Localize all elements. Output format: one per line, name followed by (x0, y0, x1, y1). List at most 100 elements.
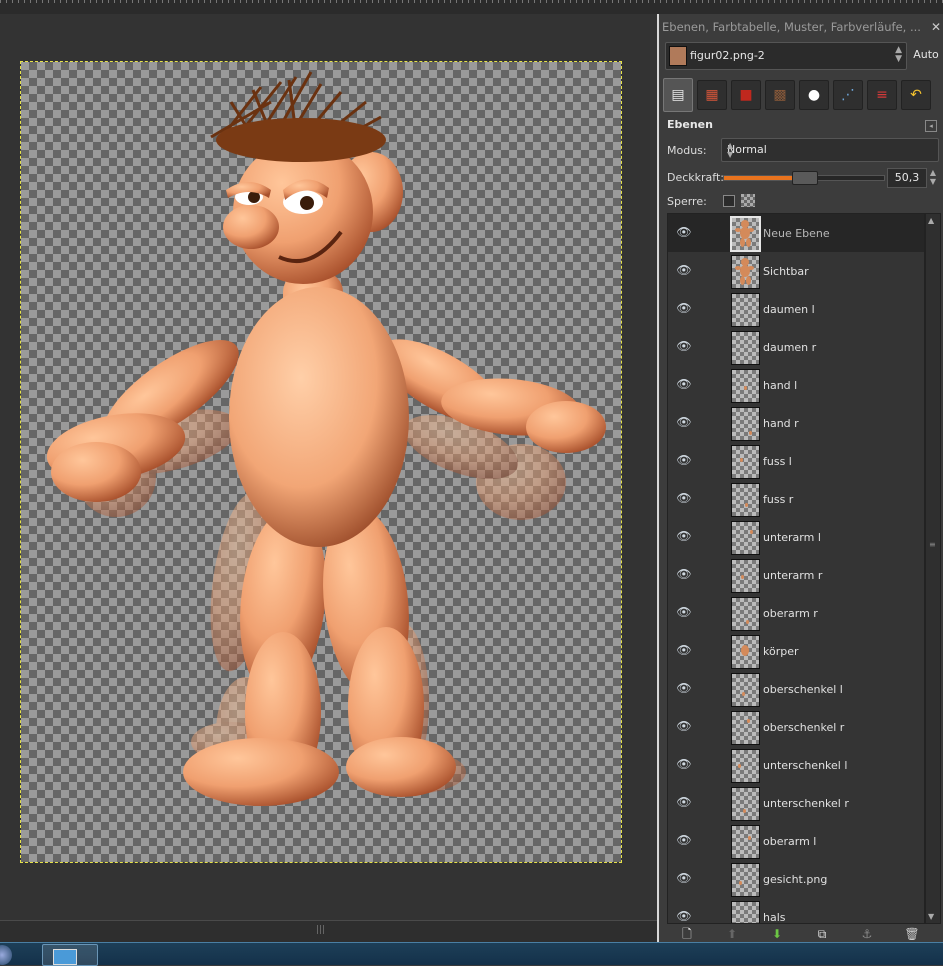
layer-thumbnail (731, 293, 760, 327)
layer-list[interactable]: 👁 Neue Ebene 👁 Sichtbar 👁 daumen l 👁 daumen r 👁 h… (667, 213, 925, 924)
layer-name: körper (763, 645, 799, 658)
layer-thumbnail (731, 331, 760, 365)
visibility-eye-icon[interactable]: 👁 (676, 872, 692, 884)
layer-name: oberschenkel l (763, 683, 843, 696)
visibility-eye-icon[interactable]: 👁 (676, 378, 692, 390)
layer-thumbnail (731, 483, 760, 517)
layer-row[interactable]: 👁 Neue Ebene (668, 214, 924, 252)
scroll-up-icon[interactable]: ▲ (928, 216, 934, 225)
visibility-eye-icon[interactable]: 👁 (676, 568, 692, 580)
delete-layer-icon[interactable]: 🗑 (904, 926, 920, 942)
paths-tab-button[interactable]: ⋰ (833, 80, 863, 110)
top-ruler[interactable] (0, 0, 943, 15)
layer-row[interactable]: 👁 unterschenkel r (668, 784, 924, 822)
layer-thumbnail (731, 597, 760, 631)
layer-row[interactable]: 👁 hand l (668, 366, 924, 404)
layer-thumbnail (731, 407, 760, 441)
start-button-icon[interactable] (0, 945, 12, 965)
cartoon-figure-image (46, 71, 606, 806)
layers-tab-button[interactable]: ▤ (663, 78, 693, 112)
visibility-eye-icon[interactable]: 👁 (676, 226, 692, 238)
layer-row[interactable]: 👁 unterarm r (668, 556, 924, 594)
layer-row[interactable]: 👁 fuss l (668, 442, 924, 480)
channels-tab-button[interactable]: ≡ (867, 80, 897, 110)
taskbar-app-button[interactable] (42, 944, 98, 966)
patterns-tab-icon: ▩ (773, 87, 787, 103)
opacity-value-field[interactable]: 50,3 (887, 168, 927, 188)
layer-name: gesicht.png (763, 873, 828, 886)
layer-thumbnail (731, 901, 760, 923)
visibility-eye-icon[interactable]: 👁 (676, 264, 692, 276)
layer-name: hand r (763, 417, 799, 430)
visibility-eye-icon[interactable]: 👁 (676, 302, 692, 314)
opacity-slider[interactable] (723, 171, 885, 185)
gradients-tab-icon: ● (807, 87, 821, 103)
visibility-eye-icon[interactable]: 👁 (676, 340, 692, 352)
visibility-eye-icon[interactable]: 👁 (676, 454, 692, 466)
mode-select[interactable]: Normal ▲ ▼ (721, 138, 939, 162)
layer-list-scrollbar[interactable]: ▲ ≡ ▼ (925, 213, 941, 924)
raise-layer-icon[interactable]: ⬆ (724, 926, 740, 942)
layer-name: oberarm l (763, 835, 817, 848)
close-icon[interactable]: ✕ (931, 14, 941, 40)
lock-alpha-icon[interactable] (741, 194, 755, 207)
image-canvas[interactable] (20, 61, 622, 863)
patterns-tab-button[interactable]: ▩ (765, 80, 795, 110)
visibility-eye-icon[interactable]: 👁 (676, 416, 692, 428)
layer-row[interactable]: 👁 oberarm r (668, 594, 924, 632)
visibility-eye-icon[interactable]: 👁 (676, 644, 692, 656)
opacity-slider-handle[interactable] (792, 171, 819, 185)
layer-row[interactable]: 👁 körper (668, 632, 924, 670)
layer-name: hand l (763, 379, 798, 392)
layer-row[interactable]: 👁 oberschenkel l (668, 670, 924, 708)
panel-menu-icon[interactable]: ◂ (925, 120, 937, 132)
visibility-eye-icon[interactable]: 👁 (676, 720, 692, 732)
paths-tab-icon: ⋰ (841, 87, 855, 103)
new-layer-icon[interactable]: 🗋 (679, 926, 695, 942)
layer-thumbnail (731, 863, 760, 897)
layer-row[interactable]: 👁 Sichtbar (668, 252, 924, 290)
layer-thumbnail (731, 635, 760, 669)
visibility-eye-icon[interactable]: 👁 (676, 834, 692, 846)
visibility-eye-icon[interactable]: 👁 (676, 492, 692, 504)
anchor-layer-icon[interactable]: ⚓ (859, 926, 875, 942)
layer-row[interactable]: 👁 daumen l (668, 290, 924, 328)
dock-tabs: ▤ ▦ ■ ▩ ● ⋰ ≡ ↶ (663, 78, 943, 112)
visibility-eye-icon[interactable]: 👁 (676, 606, 692, 618)
layer-row[interactable]: 👁 oberarm l (668, 822, 924, 860)
layer-thumbnail (731, 749, 760, 783)
layer-row[interactable]: 👁 unterarm l (668, 518, 924, 556)
lower-layer-icon[interactable]: ⬇ (769, 926, 785, 942)
lock-pixels-checkbox[interactable] (723, 195, 735, 207)
brushes-tab-icon: ■ (739, 87, 753, 103)
layer-row[interactable]: 👁 oberschenkel r (668, 708, 924, 746)
canvas-horizontal-scrollbar[interactable]: ||| (0, 920, 657, 943)
layer-row[interactable]: 👁 hand r (668, 404, 924, 442)
undo-history-tab-button[interactable]: ↶ (901, 80, 931, 110)
gradients-tab-button[interactable]: ● (799, 80, 829, 110)
layer-row[interactable]: 👁 gesicht.png (668, 860, 924, 898)
visibility-eye-icon[interactable]: 👁 (676, 758, 692, 770)
visibility-eye-icon[interactable]: 👁 (676, 796, 692, 808)
visibility-eye-icon[interactable]: 👁 (676, 682, 692, 694)
layer-row[interactable]: 👁 daumen r (668, 328, 924, 366)
brushes-tab-button[interactable]: ■ (731, 80, 761, 110)
layer-name: hals (763, 911, 786, 924)
auto-button[interactable]: Auto (909, 42, 943, 68)
duplicate-layer-icon[interactable]: ⧉ (814, 926, 830, 942)
opacity-stepper-icon[interactable]: ▲ ▼ (927, 168, 939, 188)
visibility-eye-icon[interactable]: 👁 (676, 910, 692, 922)
layer-row[interactable]: 👁 hals (668, 898, 924, 924)
visibility-eye-icon[interactable]: 👁 (676, 530, 692, 542)
layer-thumbnail (731, 825, 760, 859)
layer-thumbnail (731, 559, 760, 593)
canvas-area[interactable] (0, 14, 657, 920)
layer-name: daumen r (763, 341, 817, 354)
image-selector[interactable]: figur02.png-2 ▲ ▼ (665, 42, 907, 70)
palette-tab-button[interactable]: ▦ (697, 80, 727, 110)
layer-row[interactable]: 👁 unterschenkel l (668, 746, 924, 784)
layer-name: fuss l (763, 455, 792, 468)
updown-arrows-icon: ▲ ▼ (895, 45, 902, 64)
layer-row[interactable]: 👁 fuss r (668, 480, 924, 518)
scroll-down-icon[interactable]: ▼ (928, 912, 934, 921)
